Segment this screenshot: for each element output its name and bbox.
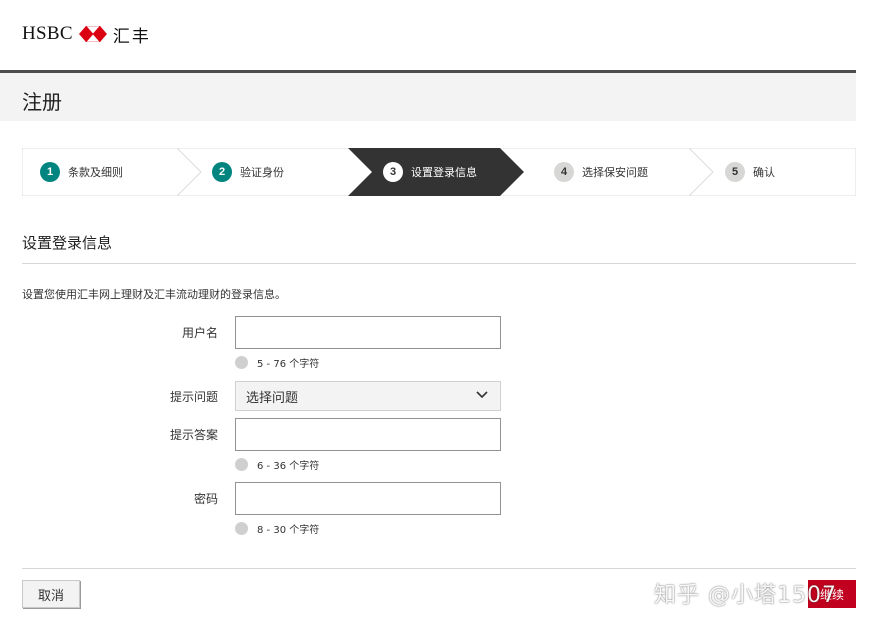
step-number: 2 (212, 162, 232, 182)
hint-text: 6 - 36 个字符 (257, 460, 320, 472)
hint-text: 5 - 76 个字符 (257, 358, 320, 370)
page-title: 注册 (22, 90, 62, 114)
answer-input[interactable] (235, 418, 501, 451)
step-label: 选择保安问题 (582, 166, 648, 179)
step-security-questions: 4 选择保安问题 (554, 162, 648, 182)
step-label: 确认 (753, 166, 775, 179)
step-label: 验证身份 (240, 166, 284, 179)
hsbc-hexagon-icon (78, 26, 107, 42)
section-title: 设置登录信息 (22, 234, 113, 252)
hsbc-logo: HSBC 汇丰 (22, 22, 151, 47)
actions-divider (22, 568, 856, 569)
username-label: 用户名 (181, 326, 218, 340)
logo-chinese: 汇丰 (112, 26, 151, 47)
title-bar (0, 73, 856, 121)
hint-dot-icon (235, 355, 248, 369)
username-input[interactable] (235, 316, 501, 349)
password-hint: 8 - 30 个字符 (235, 521, 320, 536)
hint-text: 8 - 30 个字符 (257, 524, 320, 536)
step-number: 1 (40, 162, 60, 182)
password-label: 密码 (193, 492, 218, 506)
intro-text: 设置您使用汇丰网上理财及汇丰流动理财的登录信息。 (22, 288, 286, 301)
step-label: 条款及细则 (68, 166, 123, 179)
step-login-info: 3 设置登录信息 (383, 162, 477, 182)
registration-stepper: 1 条款及细则 2 验证身份 3 设置登录信息 4 选择保安问题 5 确认 (22, 148, 856, 196)
step-verify-identity: 2 验证身份 (212, 162, 284, 182)
step-number: 3 (383, 162, 403, 182)
question-select[interactable]: 选择问题 (235, 381, 501, 411)
answer-label: 提示答案 (169, 428, 218, 442)
step-number: 5 (725, 162, 745, 182)
step-terms: 1 条款及细则 (40, 162, 123, 182)
step-confirm: 5 确认 (725, 162, 775, 182)
continue-button[interactable]: 继续 (808, 580, 856, 608)
step-number: 4 (554, 162, 574, 182)
section-divider (22, 263, 856, 264)
password-input[interactable] (235, 482, 501, 515)
question-label: 提示问题 (169, 390, 218, 404)
hint-dot-icon (235, 521, 248, 535)
logo-text: HSBC (22, 23, 73, 44)
step-label: 设置登录信息 (411, 166, 477, 179)
chevron-down-icon (476, 391, 488, 399)
cancel-button[interactable]: 取消 (22, 580, 80, 608)
hint-dot-icon (235, 457, 248, 471)
username-hint: 5 - 76 个字符 (235, 355, 320, 370)
question-selected-value: 选择问题 (246, 390, 299, 406)
answer-hint: 6 - 36 个字符 (235, 457, 320, 472)
